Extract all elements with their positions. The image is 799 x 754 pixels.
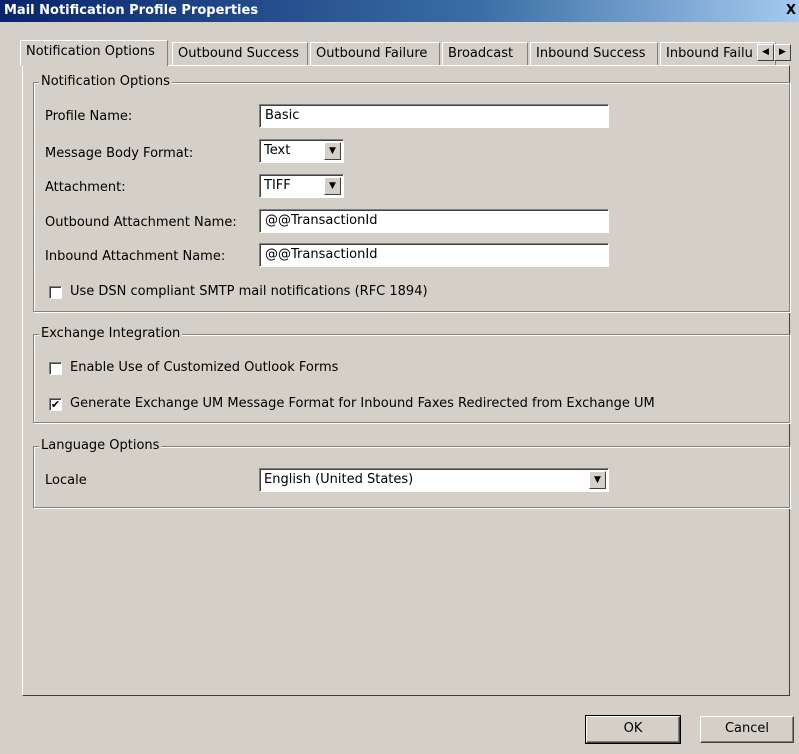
tab-strip: Notification Options Outbound Success Ou… bbox=[20, 40, 780, 66]
mail-notification-profile-dialog: Mail Notification Profile Properties X N… bbox=[0, 0, 799, 754]
outlook-forms-checkbox[interactable] bbox=[49, 362, 62, 375]
tab-notification-options[interactable]: Notification Options bbox=[20, 40, 168, 66]
tab-broadcast[interactable]: Broadcast bbox=[442, 42, 528, 65]
tab-inbound-success[interactable]: Inbound Success bbox=[530, 42, 658, 65]
attachment-label: Attachment: bbox=[45, 180, 126, 195]
exchange-integration-legend: Exchange Integration bbox=[39, 326, 183, 342]
profile-name-label: Profile Name: bbox=[45, 109, 133, 124]
um-format-checkbox[interactable]: ✔ bbox=[49, 398, 62, 411]
um-format-label: Generate Exchange UM Message Format for … bbox=[70, 396, 655, 411]
outbound-attachment-name-input[interactable]: @@TransactionId bbox=[259, 209, 609, 233]
locale-value: English (United States) bbox=[264, 472, 414, 487]
inbound-attachment-name-input[interactable]: @@TransactionId bbox=[259, 243, 609, 267]
message-body-format-value: Text bbox=[264, 143, 291, 158]
profile-name-input[interactable]: Basic bbox=[259, 104, 609, 128]
tab-scroll-left-icon[interactable]: ◀ bbox=[757, 44, 774, 61]
chevron-down-icon[interactable]: ▼ bbox=[589, 471, 606, 489]
locale-label: Locale bbox=[45, 473, 87, 488]
message-body-format-label: Message Body Format: bbox=[45, 146, 194, 161]
chevron-down-icon[interactable]: ▼ bbox=[324, 177, 341, 195]
title-bar: Mail Notification Profile Properties X bbox=[0, 0, 799, 22]
notification-options-legend: Notification Options bbox=[39, 74, 172, 90]
ok-button[interactable]: OK bbox=[585, 715, 681, 744]
tab-outbound-success[interactable]: Outbound Success bbox=[172, 42, 308, 65]
outlook-forms-label: Enable Use of Customized Outlook Forms bbox=[70, 360, 339, 375]
checkmark-icon: ✔ bbox=[50, 398, 61, 411]
chevron-down-icon[interactable]: ▼ bbox=[324, 142, 341, 160]
cancel-button[interactable]: Cancel bbox=[700, 716, 794, 743]
dsn-checkbox[interactable] bbox=[49, 286, 62, 299]
window-title: Mail Notification Profile Properties bbox=[4, 3, 259, 18]
attachment-select[interactable]: TIFF ▼ bbox=[259, 174, 344, 198]
dsn-label: Use DSN compliant SMTP mail notification… bbox=[70, 284, 428, 299]
close-icon[interactable]: X bbox=[783, 3, 799, 19]
tab-scroll-right-icon[interactable]: ▶ bbox=[774, 44, 791, 61]
outbound-attachment-name-label: Outbound Attachment Name: bbox=[45, 215, 237, 230]
inbound-attachment-name-label: Inbound Attachment Name: bbox=[45, 249, 226, 264]
locale-select[interactable]: English (United States) ▼ bbox=[259, 468, 609, 492]
attachment-value: TIFF bbox=[264, 178, 291, 193]
message-body-format-select[interactable]: Text ▼ bbox=[259, 139, 344, 163]
tab-outbound-failure[interactable]: Outbound Failure bbox=[310, 42, 440, 65]
language-options-legend: Language Options bbox=[39, 438, 162, 454]
